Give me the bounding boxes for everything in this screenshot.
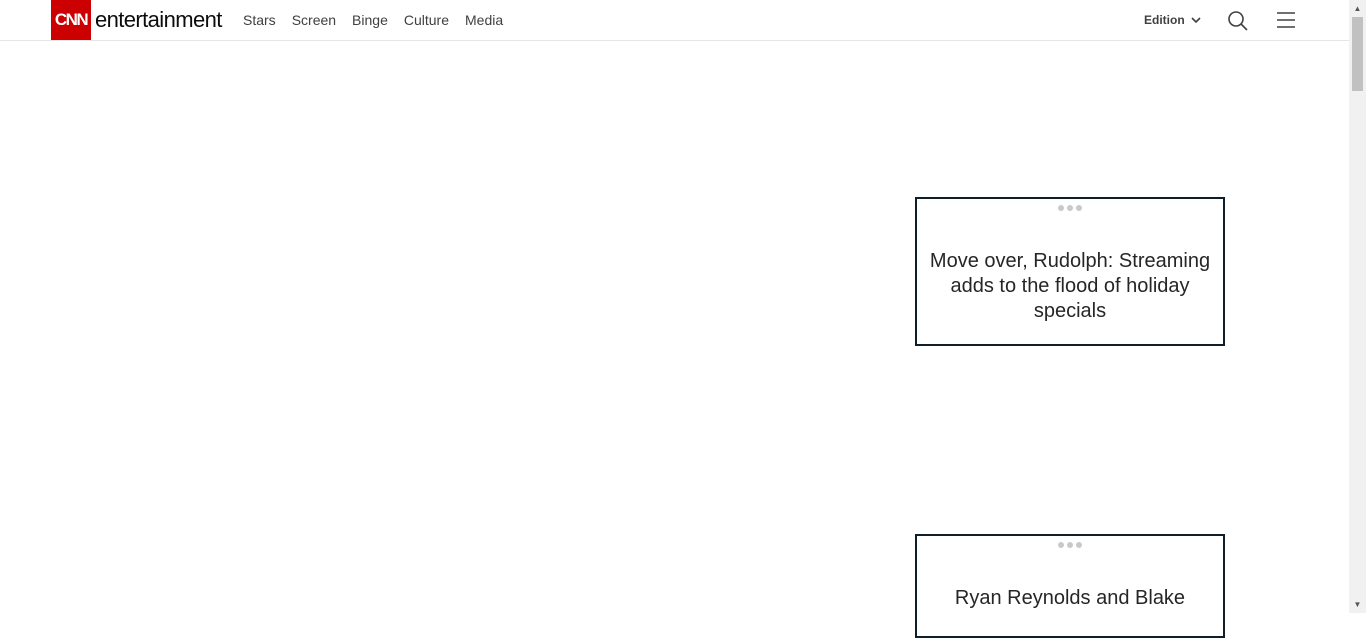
nav-stars[interactable]: Stars xyxy=(243,12,276,28)
card-title: Ryan Reynolds and Blake xyxy=(954,587,1186,609)
chevron-down-icon xyxy=(1191,16,1201,23)
vertical-scrollbar[interactable]: ▲ ▼ xyxy=(1349,0,1366,613)
logo-mark-text: CNN xyxy=(54,10,89,29)
promo-card[interactable]: Ryan Reynolds and Blake xyxy=(915,534,1225,638)
scroll-up-arrow-icon[interactable]: ▲ xyxy=(1349,0,1366,17)
nav-screen[interactable]: Screen xyxy=(292,12,336,28)
nav-binge[interactable]: Binge xyxy=(352,12,388,28)
scroll-down-arrow-icon[interactable]: ▼ xyxy=(1349,596,1366,613)
edition-label: Edition xyxy=(1144,13,1185,27)
nav-media[interactable]: Media xyxy=(465,12,503,28)
scroll-thumb[interactable] xyxy=(1352,17,1363,91)
edition-selector[interactable]: Edition xyxy=(1144,13,1201,27)
nav-culture[interactable]: Culture xyxy=(404,12,449,28)
main-nav: Stars Screen Binge Culture Media xyxy=(243,0,519,40)
search-icon[interactable] xyxy=(1227,10,1249,32)
hamburger-menu-icon[interactable] xyxy=(1276,10,1296,30)
loading-dots-icon xyxy=(917,542,1223,548)
entertainment-wordmark[interactable]: entertainment xyxy=(95,6,222,34)
card-title: Move over, Rudolph: Streaming adds to th… xyxy=(929,250,1211,322)
cnn-logo[interactable]: CNN xyxy=(51,0,91,40)
site-header: CNN entertainment Stars Screen Binge Cul… xyxy=(0,0,1349,41)
loading-dots-icon xyxy=(917,205,1223,211)
promo-card[interactable]: Move over, Rudolph: Streaming adds to th… xyxy=(915,197,1225,346)
